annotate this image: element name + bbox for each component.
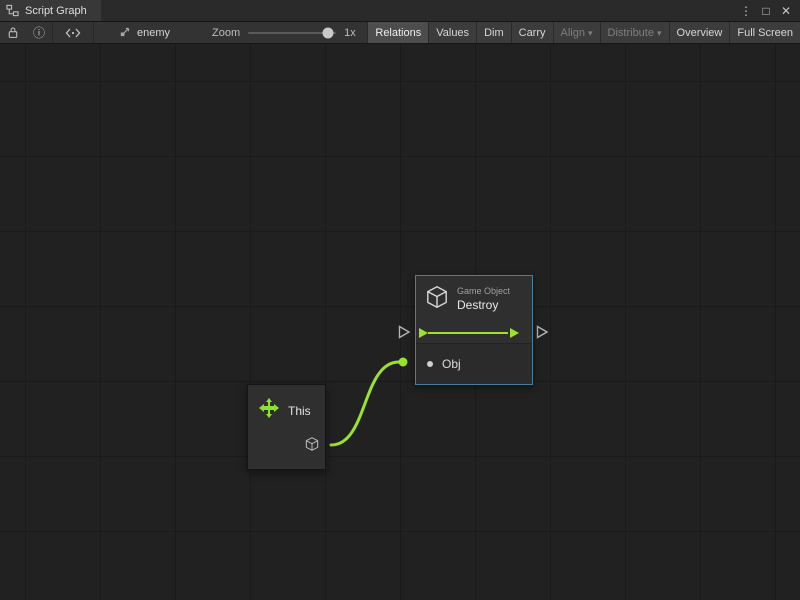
this-node[interactable]: This — [247, 384, 326, 470]
node-title: Destroy — [457, 298, 510, 312]
graph-canvas[interactable]: Game Object Destroy Obj — [0, 44, 800, 600]
chevron-down-icon: ▾ — [657, 28, 662, 39]
obj-port-dot[interactable] — [427, 361, 433, 367]
graph-breadcrumb[interactable]: enemy — [112, 22, 178, 43]
flow-relation-line — [428, 332, 508, 334]
script-graph-window: Script Graph ⋮ □ ✕ ⓘ — [0, 0, 800, 600]
maximize-icon[interactable]: □ — [756, 1, 776, 21]
flow-out-arrow-icon — [510, 328, 519, 338]
menu-icon[interactable]: ⋮ — [736, 1, 756, 21]
align-label: Align — [561, 27, 585, 39]
overview-button[interactable]: Overview — [669, 22, 730, 43]
wire-layer — [0, 44, 800, 600]
title-bar: Script Graph ⋮ □ ✕ — [0, 0, 800, 22]
lock-icon[interactable] — [0, 22, 26, 43]
graph-name: enemy — [137, 27, 170, 39]
graph-asset-icon — [120, 25, 132, 40]
relations-button[interactable]: Relations — [367, 22, 428, 43]
flow-output-port[interactable] — [536, 325, 549, 339]
full-screen-button[interactable]: Full Screen — [729, 22, 800, 43]
obj-port-label: Obj — [442, 357, 461, 371]
zoom-label: Zoom — [212, 27, 240, 39]
info-icon[interactable]: ⓘ — [26, 22, 52, 43]
tab-script-graph[interactable]: Script Graph — [0, 0, 101, 21]
carry-button[interactable]: Carry — [511, 22, 553, 43]
zoom-slider-knob[interactable] — [323, 27, 334, 38]
flow-in-arrow-icon — [419, 328, 428, 338]
flow-input-port[interactable] — [398, 325, 411, 339]
distribute-button: Distribute ▾ — [600, 22, 669, 43]
distribute-label: Distribute — [608, 27, 654, 39]
self-move-icon — [258, 397, 280, 424]
obj-port-row: Obj — [416, 344, 532, 384]
flow-relation-row — [416, 322, 532, 344]
destroy-node-header: Game Object Destroy — [416, 276, 532, 322]
connection-wire[interactable] — [331, 362, 399, 445]
game-object-cube-icon — [424, 284, 450, 315]
script-graph-icon — [6, 4, 19, 17]
game-object-output-port[interactable] — [304, 436, 320, 457]
node-title: This — [288, 404, 311, 418]
connection-endpoint[interactable] — [399, 358, 408, 367]
toolbar-button-group: Relations Values Dim Carry Align ▾ Distr… — [367, 22, 800, 43]
this-node-header: This — [248, 385, 325, 424]
node-category: Game Object — [457, 286, 510, 296]
destroy-node[interactable]: Game Object Destroy Obj — [415, 275, 533, 385]
zoom-slider[interactable] — [248, 32, 336, 34]
values-button[interactable]: Values — [428, 22, 476, 43]
zoom-value: 1x — [344, 27, 356, 39]
align-button: Align ▾ — [553, 22, 600, 43]
toolbar-divider — [93, 22, 94, 43]
close-icon[interactable]: ✕ — [776, 1, 796, 21]
tab-title: Script Graph — [25, 5, 87, 17]
window-controls: ⋮ □ ✕ — [736, 0, 800, 21]
dim-button[interactable]: Dim — [476, 22, 511, 43]
graph-toolbar: ⓘ enemy Zoom — [0, 22, 800, 44]
chevron-down-icon: ▾ — [588, 28, 593, 39]
code-view-icon[interactable] — [53, 22, 93, 43]
zoom-control: Zoom 1x — [204, 22, 364, 43]
